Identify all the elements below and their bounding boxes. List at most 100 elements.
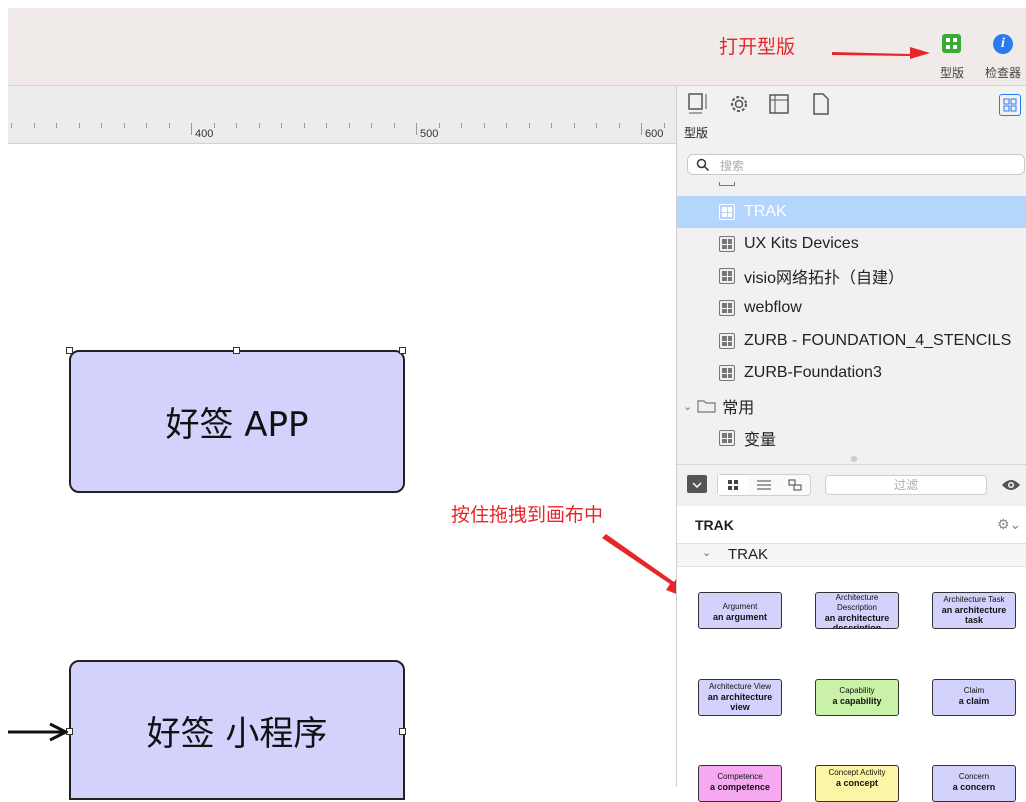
annotation-arrow: [832, 45, 932, 66]
search-icon: [696, 158, 710, 172]
ruler-tick: [236, 123, 237, 128]
info-icon: i: [993, 34, 1013, 54]
ruler-tick: [528, 123, 530, 128]
ruler-tick: [461, 123, 462, 128]
annotation-drag: 按住拖拽到画布中: [451, 504, 604, 526]
selection-handle[interactable]: [66, 347, 73, 354]
document-icon[interactable]: [809, 92, 833, 116]
split-handle[interactable]: [851, 456, 857, 462]
ruler-label: 400: [195, 128, 214, 140]
view-mode-segmented: [717, 474, 811, 496]
library-item[interactable]: UX Kits Devices: [677, 228, 1026, 260]
group-header[interactable]: ⌄ TRAK: [677, 543, 1026, 567]
grid-view-icon[interactable]: [718, 475, 748, 495]
selection-handle[interactable]: [399, 347, 406, 354]
stencils-icon: [942, 34, 961, 53]
connection-handle[interactable]: [399, 728, 406, 735]
stencil-architecture-view[interactable]: Architecture View an architecture view: [698, 679, 782, 716]
stencil-capability[interactable]: Capability a capability: [815, 679, 899, 716]
ruler-tick: [56, 123, 57, 128]
stencils-label: 型版: [939, 66, 964, 80]
toolbar: 打开型版 型版 i 检查器: [8, 8, 1026, 86]
canvas-icon[interactable]: [767, 92, 791, 116]
stencil-icon: [719, 430, 735, 446]
annotation-open-stencils: 打开型版: [719, 36, 796, 58]
ruler-label: 500: [420, 128, 439, 140]
shape-haoqian-app[interactable]: 好签 APP: [69, 350, 405, 493]
stencil-concept-activity[interactable]: Concept Activity a concept: [815, 765, 899, 802]
ruler-tick: [78, 123, 80, 128]
library-list: TRAK UX Kits Devices visio网络拓扑（自建） webfl…: [677, 182, 1026, 452]
ruler-tick: [146, 123, 147, 128]
ruler-tick: [168, 123, 170, 128]
arrange-icon[interactable]: [687, 92, 711, 116]
stencil-argument[interactable]: Argument an argument: [698, 592, 782, 629]
library-item-trak[interactable]: TRAK: [677, 196, 1026, 228]
gear-icon[interactable]: [727, 92, 751, 116]
stencils-button[interactable]: 型版: [932, 30, 972, 84]
ruler-tick: [393, 123, 395, 128]
section-title: 型版: [684, 126, 709, 140]
hierarchy-view-icon[interactable]: [780, 475, 810, 495]
library-item-variable[interactable]: 变量: [677, 422, 1026, 452]
stencil-set-title: TRAK: [695, 517, 734, 533]
stencil-architecture-description[interactable]: Architecture Description an architecture …: [815, 592, 899, 629]
ruler-tick: [551, 123, 552, 128]
chevron-down-icon[interactable]: ⌄: [702, 546, 711, 559]
ruler-tick: [416, 123, 417, 135]
ruler-tick: [483, 123, 485, 128]
stencils-view-icon[interactable]: [999, 94, 1021, 116]
ruler-tick: [303, 123, 305, 128]
library-item[interactable]: ZURB-Foundation3: [677, 357, 1026, 389]
stencil-icon: [719, 300, 735, 316]
ruler-tick: [101, 123, 102, 128]
stencil-toolbar: 过滤: [677, 464, 1026, 508]
shape-label: 好签 APP: [165, 405, 309, 445]
shape-label: 好签 小程序: [146, 713, 328, 754]
folder-common[interactable]: ⌄ 常用: [677, 390, 1026, 422]
ruler-label: 600: [645, 128, 664, 140]
inspector-button[interactable]: i 检查器: [980, 30, 1026, 84]
ruler-tick: [258, 123, 260, 128]
stencil-concern[interactable]: Concern a concern: [932, 765, 1016, 802]
horizontal-ruler: 400 500 600: [8, 86, 676, 144]
stencils-panel: 型版 搜索 TRAK UX Kits Devices visio网络拓扑（自建）…: [676, 86, 1026, 802]
eye-icon[interactable]: [999, 475, 1023, 495]
ruler-tick: [348, 123, 350, 128]
stencil-claim[interactable]: Claim a claim: [932, 679, 1016, 716]
ruler-tick: [641, 123, 642, 135]
ruler-tick: [438, 123, 440, 128]
ruler-tick: [371, 123, 372, 128]
stencil-browser: TRAK ⚙⌄ ⌄ TRAK Argument an argument Archi…: [677, 506, 1026, 802]
list-view-icon[interactable]: [749, 475, 779, 495]
search-field[interactable]: 搜索: [687, 154, 1025, 175]
search-placeholder: 搜索: [720, 159, 745, 173]
ruler-tick: [573, 123, 575, 128]
gear-icon[interactable]: ⚙⌄: [997, 516, 1021, 533]
ruler-tick: [506, 123, 507, 128]
library-item[interactable]: webflow: [677, 292, 1026, 324]
chevron-down-icon[interactable]: ⌄: [683, 400, 692, 413]
connector-arrow[interactable]: [8, 722, 70, 747]
stencil-icon: [719, 365, 735, 381]
ruler-tick: [281, 123, 282, 128]
shape-haoqian-miniprogram[interactable]: 好签 小程序: [69, 660, 405, 800]
library-item[interactable]: visio网络拓扑（自建）: [677, 260, 1026, 292]
ruler-tick: [213, 123, 215, 128]
filter-placeholder: 过滤: [893, 478, 918, 492]
library-item[interactable]: ZURB - FOUNDATION_4_STENCILS: [677, 325, 1026, 357]
stencil-architecture-task[interactable]: Architecture Task an architecture task: [932, 592, 1016, 629]
ruler-tick: [596, 123, 597, 128]
filter-field[interactable]: 过滤: [825, 475, 987, 495]
stencil-competence[interactable]: Competence a competence: [698, 765, 782, 802]
ruler-tick: [618, 123, 620, 128]
canvas[interactable]: 好签 APP 好签 小程序 按住拖拽到画布中: [8, 144, 692, 800]
folder-icon: [697, 400, 716, 413]
inspector-label: 检查器: [984, 66, 1021, 80]
stencil-icon: [719, 333, 735, 349]
selection-handle[interactable]: [233, 347, 240, 354]
group-title: TRAK: [728, 546, 769, 563]
stencil-icon: [719, 204, 735, 220]
drawer-icon[interactable]: [687, 475, 707, 493]
ruler-tick: [123, 123, 125, 128]
